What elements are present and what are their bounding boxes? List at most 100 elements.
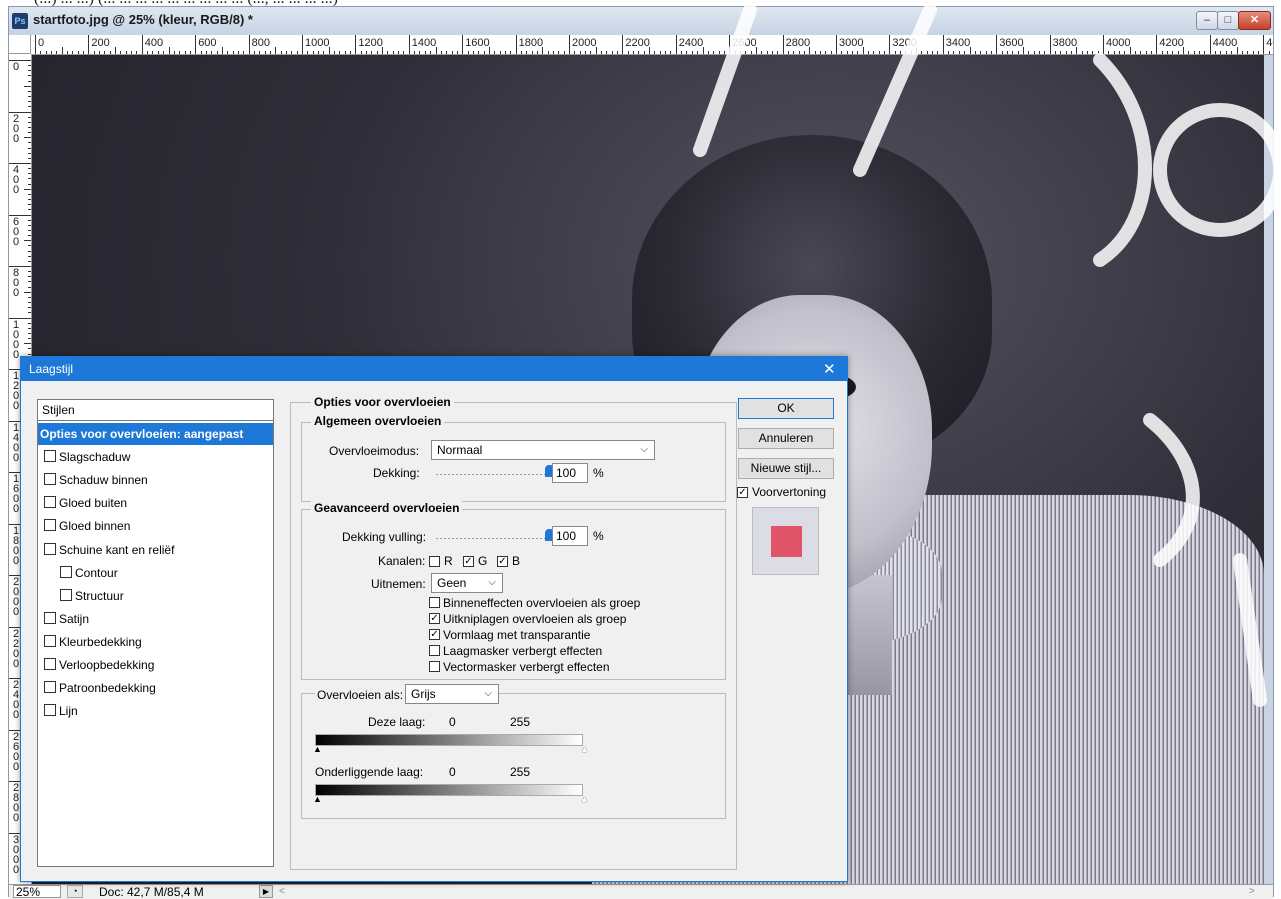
maximize-button[interactable]: □ bbox=[1217, 11, 1239, 30]
ruler-tick bbox=[1257, 51, 1259, 54]
document-titlebar[interactable]: Ps startfoto.jpg @ 25% (kleur, RGB/8) * … bbox=[9, 7, 1273, 35]
ruler-tick bbox=[531, 51, 533, 54]
channel-r-checkbox[interactable] bbox=[429, 556, 440, 567]
ruler-tick bbox=[574, 51, 576, 54]
chevron-down-icon: ⌵ bbox=[488, 577, 496, 588]
advanced-option-checkbox[interactable] bbox=[429, 661, 440, 672]
blend-mode-select[interactable]: Normaal ⌵ bbox=[431, 440, 655, 460]
ruler-tick bbox=[884, 51, 886, 54]
ruler-tick bbox=[28, 90, 31, 92]
ruler-top[interactable]: 0 200 400 600 800 1000 1200 1400 1600 1800 2000 220… bbox=[31, 35, 1273, 55]
underlying-black-slider[interactable]: ▲ bbox=[313, 795, 322, 804]
style-checkbox[interactable] bbox=[44, 634, 56, 647]
this-layer-black-slider[interactable]: ▲ bbox=[313, 745, 322, 754]
ruler-tick bbox=[221, 47, 223, 54]
ruler-tick bbox=[24, 343, 31, 345]
underlying-white-slider[interactable]: ▲ bbox=[580, 795, 589, 804]
ruler-tick bbox=[451, 51, 453, 54]
opacity-input[interactable]: 100 bbox=[552, 463, 588, 483]
ruler-tick bbox=[761, 51, 763, 54]
ruler-tick bbox=[681, 51, 683, 54]
style-checkbox[interactable] bbox=[44, 681, 56, 694]
underlying-layer-gradient[interactable] bbox=[315, 784, 583, 796]
ruler-tick bbox=[1241, 51, 1243, 54]
style-item[interactable]: Gloed binnen bbox=[38, 515, 273, 537]
style-item[interactable]: Structuur bbox=[38, 585, 273, 607]
advanced-option-checkbox[interactable] bbox=[429, 597, 440, 608]
preview-checkbox[interactable]: ✓ bbox=[737, 487, 748, 498]
style-checkbox[interactable] bbox=[44, 611, 56, 624]
blend-if-label: Overvloeien als: bbox=[315, 688, 406, 702]
advanced-option-label: Vormlaag met transparantie bbox=[443, 628, 591, 642]
advanced-option-checkbox[interactable]: ✓ bbox=[429, 613, 440, 624]
style-item[interactable]: Kleurbedekking bbox=[38, 631, 273, 653]
zoom-field[interactable]: 25% bbox=[13, 885, 61, 899]
close-button[interactable]: ✕ bbox=[1238, 11, 1271, 30]
cancel-button[interactable]: Annuleren bbox=[738, 428, 834, 449]
this-layer-white-slider[interactable]: ▲ bbox=[580, 745, 589, 754]
ruler-tick bbox=[67, 51, 69, 54]
status-menu-arrow-icon[interactable]: ▶ bbox=[259, 885, 273, 898]
style-item[interactable]: Slagschaduw bbox=[38, 446, 273, 468]
ok-button[interactable]: OK bbox=[738, 398, 834, 419]
channel-b-checkbox[interactable]: ✓ bbox=[497, 556, 508, 567]
minimize-button[interactable]: – bbox=[1196, 11, 1218, 30]
status-info-icon[interactable]: ◔ bbox=[67, 885, 83, 898]
channel-g-checkbox[interactable]: ✓ bbox=[463, 556, 474, 567]
advanced-option-checkbox[interactable]: ✓ bbox=[429, 629, 440, 640]
ruler-tick bbox=[830, 51, 832, 54]
style-checkbox[interactable] bbox=[44, 658, 56, 670]
ruler-tick bbox=[563, 51, 565, 54]
document-title: startfoto.jpg @ 25% (kleur, RGB/8) * bbox=[33, 12, 253, 27]
ruler-tick bbox=[921, 51, 923, 54]
styles-header[interactable]: Stijlen bbox=[38, 400, 273, 421]
style-checkbox[interactable] bbox=[60, 588, 72, 601]
ruler-tick bbox=[28, 204, 31, 206]
ruler-tick bbox=[339, 51, 341, 54]
ruler-tick bbox=[606, 51, 608, 54]
style-item[interactable]: Schaduw binnen bbox=[38, 469, 273, 491]
fill-opacity-input[interactable]: 100 bbox=[552, 526, 588, 546]
style-item[interactable]: Contour bbox=[38, 562, 273, 584]
ruler-tick bbox=[40, 51, 42, 54]
style-checkbox[interactable] bbox=[44, 450, 56, 463]
dialog-titlebar[interactable]: Laagstijl ✕ bbox=[21, 357, 847, 381]
ruler-tick bbox=[147, 51, 149, 54]
style-item[interactable]: Lijn bbox=[38, 700, 273, 722]
ruler-tick bbox=[28, 327, 31, 329]
style-checkbox[interactable] bbox=[60, 565, 72, 578]
ruler-tick bbox=[638, 51, 640, 54]
ruler-tick bbox=[472, 51, 474, 54]
ruler-tick bbox=[28, 302, 31, 304]
ruler-top-label: 2800 bbox=[785, 37, 811, 49]
style-item-label: Structuur bbox=[75, 588, 124, 603]
knockout-select[interactable]: Geen ⌵ bbox=[431, 573, 503, 593]
opacity-slider-track[interactable] bbox=[436, 474, 550, 475]
this-layer-gradient[interactable] bbox=[315, 734, 583, 746]
style-item[interactable]: Schuine kant en reliëf bbox=[38, 539, 273, 561]
style-item[interactable]: Gloed buiten bbox=[38, 492, 273, 514]
dialog-close-icon[interactable]: ✕ bbox=[823, 360, 836, 378]
blend-if-select[interactable]: Grijs ⌵ bbox=[405, 684, 499, 704]
ruler-corner[interactable] bbox=[9, 35, 31, 54]
style-item[interactable]: Patroonbedekking bbox=[38, 677, 273, 699]
ruler-tick bbox=[456, 51, 458, 54]
ruler-tick bbox=[803, 51, 805, 54]
style-checkbox[interactable] bbox=[44, 704, 56, 717]
fill-opacity-slider-track[interactable] bbox=[436, 538, 550, 539]
style-checkbox[interactable] bbox=[44, 542, 56, 555]
style-item[interactable]: Satijn bbox=[38, 608, 273, 630]
advanced-option-checkbox[interactable] bbox=[429, 645, 440, 656]
style-checkbox[interactable] bbox=[44, 496, 56, 509]
style-item[interactable]: Verloopbedekking bbox=[38, 654, 273, 676]
ruler-tick bbox=[200, 51, 202, 54]
ruler-tick bbox=[819, 51, 821, 54]
new-style-button[interactable]: Nieuwe stijl... bbox=[738, 458, 834, 479]
channels-label: Kanalen: bbox=[378, 554, 426, 568]
ruler-tick bbox=[1076, 47, 1078, 54]
style-checkbox[interactable] bbox=[44, 519, 56, 532]
style-checkbox[interactable] bbox=[44, 473, 56, 486]
ruler-tick bbox=[28, 250, 31, 252]
ruler-top-label: 0 bbox=[38, 37, 45, 49]
style-item-blending-options[interactable]: Opties voor overvloeien: aangepast bbox=[38, 423, 273, 445]
